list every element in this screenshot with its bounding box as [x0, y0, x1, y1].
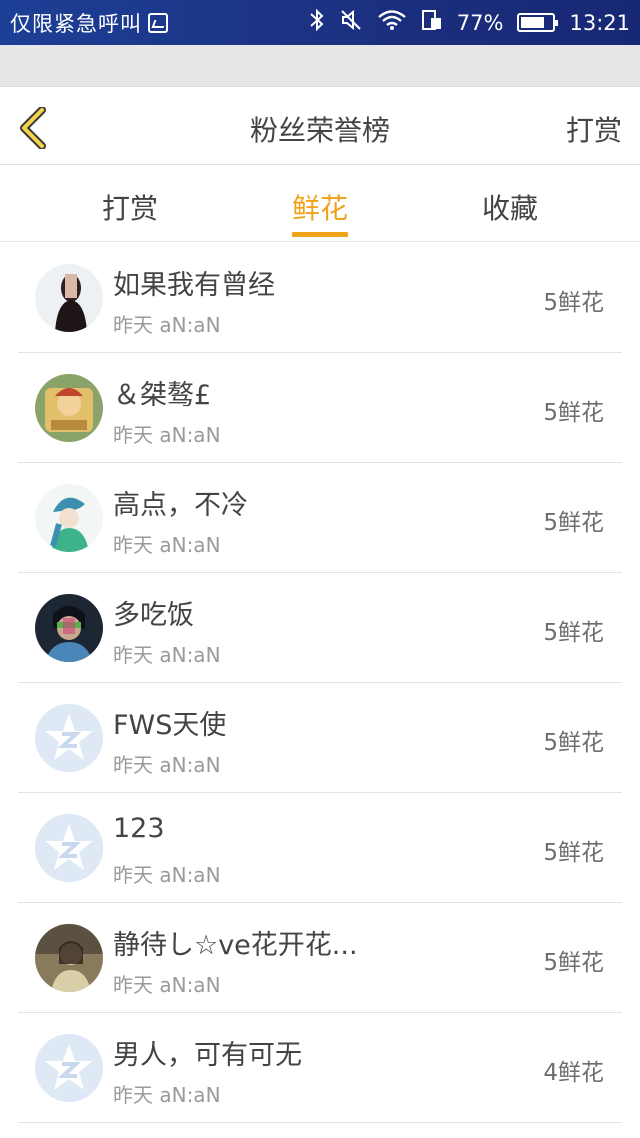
- list-item[interactable]: ＆桀骜£ 昨天 aN:aN 5鲜花: [18, 353, 622, 463]
- flower-count: 5鲜花: [543, 950, 604, 976]
- battery-icon: [517, 13, 559, 32]
- list-item[interactable]: 静待し☆ve花开花... 昨天 aN:aN 5鲜花: [18, 903, 622, 1013]
- avatar: [35, 594, 103, 662]
- avatar: [35, 484, 103, 552]
- list-item[interactable]: FWS天使 昨天 aN:aN 5鲜花: [18, 683, 622, 793]
- default-star-avatar: [35, 704, 103, 772]
- fan-name: 如果我有曾经: [113, 270, 275, 301]
- list-item[interactable]: 高点，不冷 昨天 aN:aN 5鲜花: [18, 463, 622, 573]
- avatar: [35, 374, 103, 442]
- screenshot-icon: [148, 12, 168, 33]
- flower-count: 5鲜花: [543, 290, 604, 316]
- mute-icon: [339, 8, 363, 37]
- fan-name: ＆桀骜£: [113, 380, 212, 411]
- page-title: 粉丝荣誉榜: [249, 114, 390, 147]
- fan-name: 男人，可有可无: [113, 1040, 302, 1071]
- fan-time: 昨天 aN:aN: [113, 643, 221, 667]
- active-tab-indicator: [292, 232, 348, 237]
- wifi-icon: [377, 9, 407, 36]
- fan-time: 昨天 aN:aN: [113, 423, 221, 447]
- default-star-avatar: [35, 1034, 103, 1102]
- list-item[interactable]: 男人，可有可无 昨天 aN:aN 4鲜花: [18, 1013, 622, 1123]
- list-item[interactable]: 多吃饭 昨天 aN:aN 5鲜花: [18, 573, 622, 683]
- flower-count: 5鲜花: [543, 510, 604, 536]
- default-star-avatar: [35, 814, 103, 882]
- fan-time: 昨天 aN:aN: [113, 973, 221, 997]
- avatar: [35, 264, 103, 332]
- status-bar: 仅限紧急呼叫 77% 13:21: [0, 0, 640, 45]
- bluetooth-icon: [309, 8, 325, 37]
- fan-list: 如果我有曾经 昨天 aN:aN 5鲜花 ＆桀骜£ 昨天 aN:aN 5鲜花 高点…: [0, 243, 640, 1123]
- fan-name: 多吃饭: [113, 600, 194, 631]
- fan-name: 静待し☆ve花开花...: [113, 930, 358, 961]
- battery-fill: [521, 17, 545, 28]
- flower-count: 5鲜花: [543, 620, 604, 646]
- fan-name: 高点，不冷: [113, 490, 248, 521]
- status-right: 77% 13:21: [309, 8, 630, 37]
- fan-name: FWS天使: [113, 710, 227, 741]
- fan-time: 昨天 aN:aN: [113, 753, 221, 777]
- tab-bar: 打赏 鲜花 收藏: [0, 165, 640, 242]
- fan-time: 昨天 aN:aN: [113, 1083, 221, 1107]
- flower-count: 5鲜花: [543, 400, 604, 426]
- gray-band: [0, 45, 640, 87]
- reward-button[interactable]: 打赏: [566, 109, 622, 149]
- fan-time: 昨天 aN:aN: [113, 313, 221, 337]
- list-item[interactable]: 123 昨天 aN:aN 5鲜花: [18, 793, 622, 903]
- flower-count: 4鲜花: [543, 1060, 604, 1086]
- title-bar: 粉丝荣誉榜 打赏: [0, 87, 640, 165]
- fan-name: 123: [113, 813, 165, 844]
- avatar: [35, 924, 103, 992]
- sim-icon: [421, 9, 443, 36]
- tab-favorites[interactable]: 收藏: [482, 187, 538, 227]
- fan-time: 昨天 aN:aN: [113, 863, 221, 887]
- battery-percent: 77%: [456, 10, 504, 35]
- fan-time: 昨天 aN:aN: [113, 533, 221, 557]
- status-left: 仅限紧急呼叫: [10, 8, 168, 38]
- list-item[interactable]: 如果我有曾经 昨天 aN:aN 5鲜花: [18, 243, 622, 353]
- tab-reward[interactable]: 打赏: [102, 187, 158, 227]
- carrier-text: 仅限紧急呼叫: [10, 11, 142, 36]
- tab-flowers[interactable]: 鲜花: [292, 187, 348, 227]
- flower-count: 5鲜花: [543, 840, 604, 866]
- clock: 13:21: [569, 10, 630, 35]
- flower-count: 5鲜花: [543, 730, 604, 756]
